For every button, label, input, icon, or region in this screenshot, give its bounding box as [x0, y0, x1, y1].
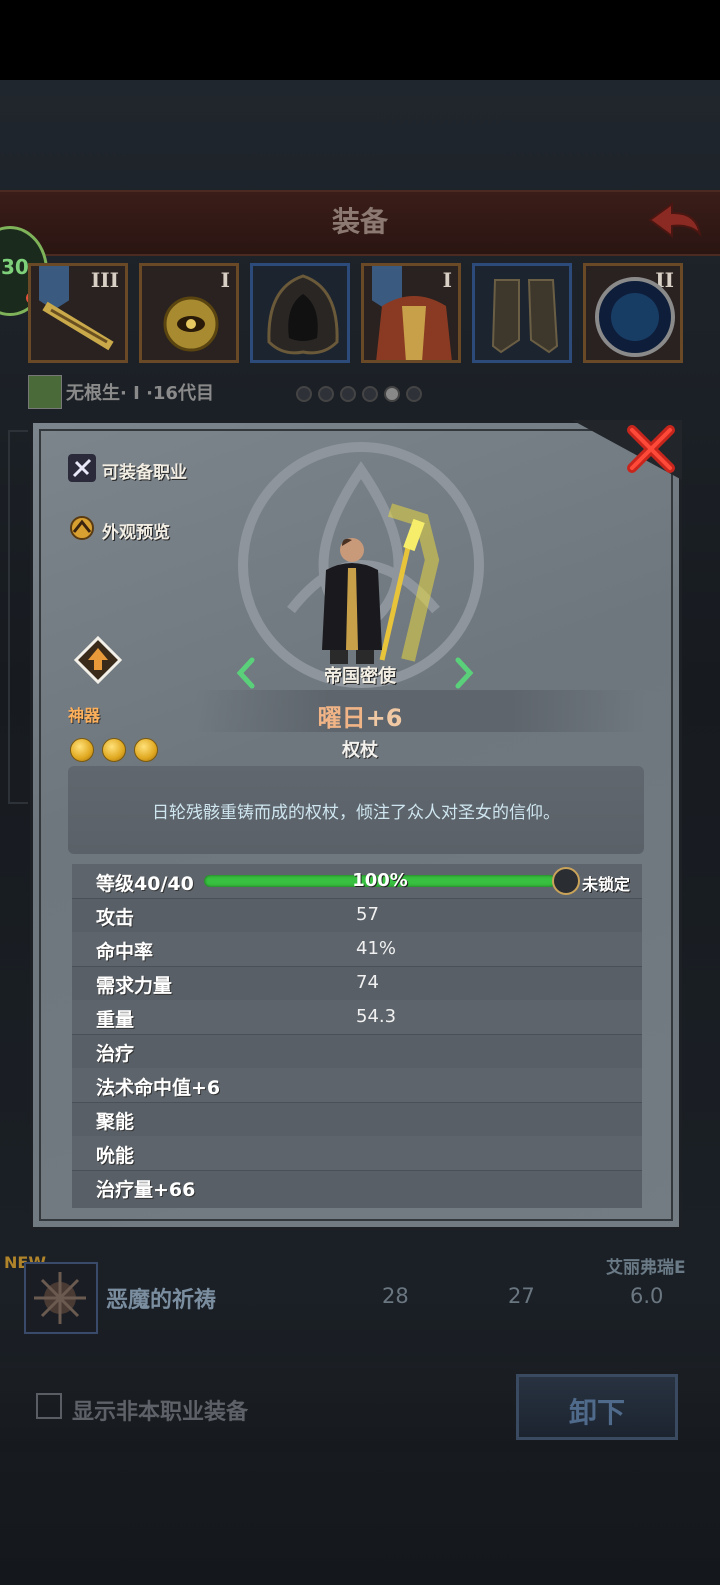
spiked-mace-icon [34, 1272, 86, 1324]
stat-row: 治疗量+66 [72, 1170, 642, 1204]
stat-key: 需求力量 [96, 975, 173, 997]
weapon-description: 日轮残骸重铸而成的权杖，倾注了众人对圣女的信仰。 [152, 803, 560, 823]
stat-key: 吮能 [96, 1145, 135, 1167]
appearance-preview-label: 外观预览 [102, 523, 170, 543]
level-label: 等级40/40 [96, 873, 194, 895]
show-other-class-checkbox[interactable] [36, 1393, 62, 1419]
back-arrow-icon[interactable] [646, 200, 702, 242]
stat-row: 吮能 [72, 1136, 642, 1171]
list-item-name[interactable]: 恶魔的祈祷 [106, 1282, 216, 1314]
page-dot[interactable] [406, 386, 422, 402]
equippable-class-label: 可装备职业 [102, 463, 187, 483]
stat-row: 治疗 [72, 1034, 642, 1069]
weapon-name-text: 曜日 [317, 704, 366, 732]
side-badge-label: 30 [1, 255, 29, 279]
list-item-accuracy: 27 [508, 1284, 535, 1308]
stat-value: 41% [356, 938, 397, 959]
gem-icon[interactable] [70, 738, 94, 762]
prev-skin-arrow-icon[interactable] [236, 656, 256, 690]
level-progress-bar: 100% [204, 870, 556, 891]
stat-row: 命中率 41% [72, 932, 642, 967]
page-title: 装备 [331, 205, 388, 238]
unequip-label: 卸下 [568, 1396, 625, 1429]
page-dot[interactable] [296, 386, 312, 402]
lock-icon[interactable] [552, 867, 580, 895]
level-percent: 100% [352, 870, 408, 891]
list-item-weight: 6.0 [630, 1284, 664, 1308]
slot-amulet[interactable]: I [139, 263, 239, 363]
list-item-attack: 28 [382, 1284, 409, 1308]
level-row: 等级40/40 100% 未锁定 [72, 864, 642, 899]
stats-table: 等级40/40 100% 未锁定 攻击 57 命中率 41% 需求力量 74 重量 54… [72, 864, 642, 1208]
slot-rank: III [90, 268, 119, 292]
weapon-type: 权杖 [342, 740, 378, 761]
stat-value: 54.3 [356, 1006, 397, 1027]
stat-key: 重量 [96, 1009, 135, 1031]
gem-slots [70, 738, 166, 766]
list-item-owner: 艾丽弗瑞E [606, 1258, 686, 1278]
stat-key: 治疗 [96, 1043, 135, 1065]
artifact-upgrade-icon[interactable] [74, 636, 122, 684]
lock-status: 未锁定 [582, 875, 631, 894]
stat-key: 命中率 [96, 941, 154, 963]
weapon-name: 曜日+6 [260, 698, 460, 733]
scepter-icon [42, 301, 114, 351]
page-dot[interactable] [340, 386, 356, 402]
stat-key: 治疗量+66 [96, 1179, 196, 1201]
artifact-label: 神器 [68, 706, 101, 725]
status-bar [0, 0, 720, 80]
stat-value: 57 [356, 904, 379, 925]
gem-icon[interactable] [102, 738, 126, 762]
page-dot-active[interactable] [384, 386, 400, 402]
stat-key: 法术命中值+6 [96, 1077, 221, 1099]
stat-row: 重量 54.3 [72, 1000, 642, 1035]
page-dot[interactable] [318, 386, 334, 402]
gem-icon[interactable] [134, 738, 158, 762]
slot-armor[interactable]: I [361, 263, 461, 363]
item-thumbnail[interactable] [24, 1262, 98, 1334]
eye-amulet-icon [163, 296, 219, 352]
hood-icon [267, 274, 339, 355]
hero-model-icon [322, 503, 440, 664]
slot-orb[interactable]: II [583, 263, 683, 363]
page-indicator [296, 386, 428, 406]
hero-avatar[interactable] [28, 375, 62, 409]
weapon-plus: +6 [365, 704, 403, 732]
slot-boots[interactable] [472, 263, 572, 363]
class-icon [68, 454, 96, 482]
stat-row: 法术命中值+6 [72, 1068, 642, 1103]
unequip-button[interactable]: 卸下 [516, 1374, 678, 1440]
skin-name: 帝国密使 [324, 666, 396, 687]
stat-key: 聚能 [96, 1111, 135, 1133]
robe-icon [376, 296, 452, 360]
stat-key: 攻击 [96, 907, 135, 929]
stat-value: 74 [356, 972, 379, 993]
stat-row: 需求力量 74 [72, 966, 642, 1001]
slot-hood[interactable] [250, 263, 350, 363]
background-frame [8, 430, 28, 804]
close-icon[interactable] [624, 422, 678, 476]
stat-row: 聚能 [72, 1102, 642, 1137]
boots-icon [491, 279, 559, 354]
stat-row: 攻击 57 [72, 898, 642, 933]
orb-icon [595, 277, 675, 357]
hero-name: 无根生· I ·16代目 [66, 383, 214, 404]
slot-weapon[interactable]: III [28, 263, 128, 363]
page-dot[interactable] [362, 386, 378, 402]
show-other-class-label: 显示非本职业装备 [72, 1400, 249, 1425]
preview-icon [70, 516, 94, 540]
